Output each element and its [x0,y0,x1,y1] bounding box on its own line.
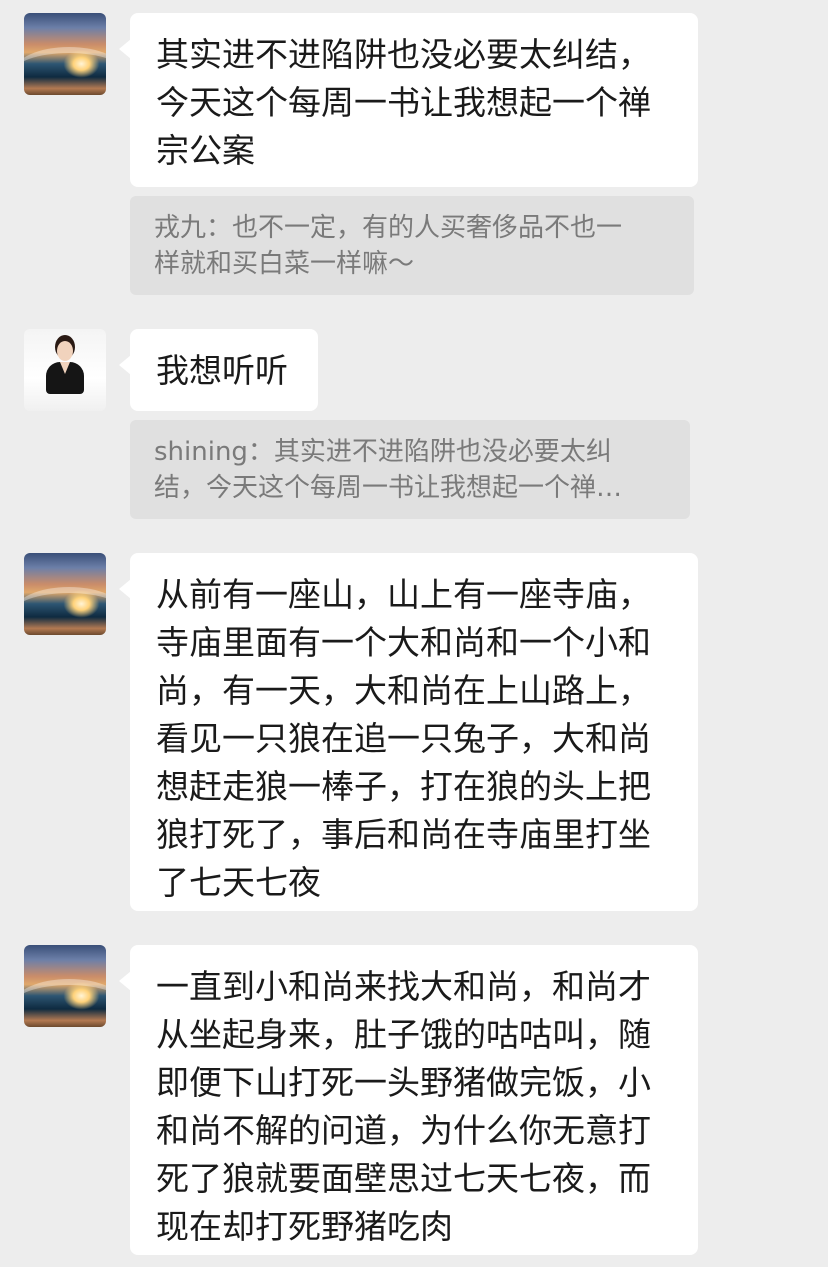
sender-avatar[interactable] [24,13,106,95]
person-head [57,341,73,361]
chat-thread: 其实进不进陷阱也没必要太纠结， 今天这个每周一书让我想起一个禅 宗公案 戎九：也… [0,0,828,1267]
sender-avatar[interactable] [24,945,106,1027]
sender-avatar[interactable] [24,329,106,411]
sender-avatar[interactable] [24,553,106,635]
message-bubble[interactable]: 其实进不进陷阱也没必要太纠结， 今天这个每周一书让我想起一个禅 宗公案 [119,13,698,187]
message-bubble[interactable]: 我想听听 [119,329,318,411]
quoted-reply[interactable]: 戎九：也不一定，有的人买奢侈品不也一 样就和买白菜一样嘛～ [130,196,694,295]
message-bubble[interactable]: 从前有一座山，山上有一座寺庙， 寺庙里面有一个大和尚和一个小和 尚，有一天，大和… [119,553,698,911]
message-bubble[interactable]: 一直到小和尚来找大和尚，和尚才 从坐起身来，肚子饿的咕咕叫，随 即便下山打死一头… [119,945,698,1255]
wave-image [24,587,106,635]
wave-image [24,47,106,95]
quoted-reply[interactable]: shining：其实进不进陷阱也没必要太纠 结，今天这个每周一书让我想起一个禅… [130,420,690,519]
wave-image [24,979,106,1027]
